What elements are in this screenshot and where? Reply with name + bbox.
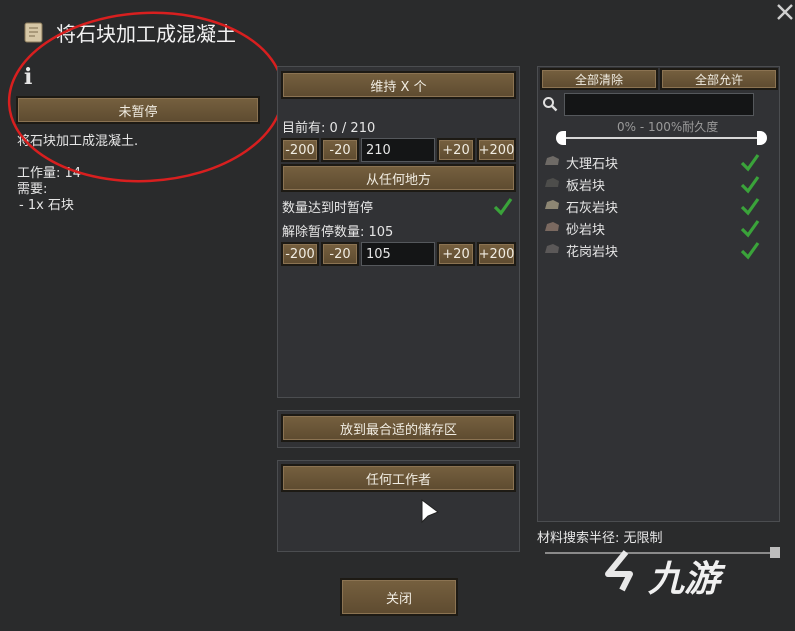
sandstone-blocks-icon [545, 222, 559, 231]
material-check-marble[interactable] [740, 152, 760, 172]
unpause-plus-20-button[interactable]: +20 [437, 242, 475, 266]
worker-button[interactable]: 任何工作者 [281, 464, 516, 492]
marble-blocks-icon [545, 156, 559, 165]
material-check-granite[interactable] [740, 240, 760, 260]
target-plus-200-button[interactable]: +200 [477, 138, 516, 162]
material-search-input[interactable] [564, 93, 754, 116]
material-label-limestone: 石灰岩块 [566, 201, 619, 216]
material-label-sandstone: 砂岩块 [566, 223, 606, 238]
pause-when-satisfied-label: 数量达到时暂停 [282, 201, 374, 216]
target-minus-200-button[interactable]: -200 [281, 138, 319, 162]
hp-range-label: 0% - 100%耐久度 [617, 120, 719, 134]
target-minus-20-button[interactable]: -20 [321, 138, 359, 162]
material-label-granite: 花岗岩块 [566, 245, 619, 260]
allow-all-button[interactable]: 全部允许 [660, 68, 778, 90]
unpause-count-label: 解除暂停数量: 105 [282, 225, 394, 240]
store-mode-button[interactable]: 放到最合适的储存区 [281, 414, 516, 442]
search-radius-slider-handle[interactable] [770, 547, 780, 558]
material-check-limestone[interactable] [740, 196, 760, 216]
search-radius-label: 材料搜索半径: 无限制 [537, 531, 663, 546]
slate-blocks-icon [545, 178, 559, 187]
material-label-marble: 大理石块 [566, 157, 619, 172]
close-button[interactable]: 关闭 [340, 578, 458, 616]
unpause-minus-20-button[interactable]: -20 [321, 242, 359, 266]
target-plus-20-button[interactable]: +20 [437, 138, 475, 162]
close-window-icon[interactable] [775, 2, 795, 22]
annotation-ring [7, 11, 285, 183]
material-check-sandstone[interactable] [740, 218, 760, 238]
count-from-button[interactable]: 从任何地方 [281, 164, 516, 192]
hp-range-slider-track[interactable] [563, 137, 763, 139]
repeat-mode-button[interactable]: 维持 X 个 [281, 71, 516, 99]
material-check-slate[interactable] [740, 174, 760, 194]
hp-range-min-handle[interactable] [556, 131, 566, 145]
search-icon [543, 97, 558, 112]
watermark-text: 九游 [648, 559, 721, 600]
unpause-count-input[interactable]: 105 [361, 242, 435, 266]
pause-when-satisfied-checkbox[interactable] [493, 196, 513, 216]
unpause-plus-200-button[interactable]: +200 [477, 242, 516, 266]
current-count: 目前有: 0 / 210 [282, 121, 376, 136]
mouse-cursor-icon [421, 499, 440, 524]
target-count-input[interactable]: 210 [361, 138, 435, 162]
material-label-slate: 板岩块 [566, 179, 606, 194]
granite-blocks-icon [545, 244, 559, 253]
limestone-blocks-icon [545, 200, 559, 209]
clear-all-button[interactable]: 全部清除 [540, 68, 658, 90]
jiuyou-logo-icon [605, 550, 633, 592]
unpause-minus-200-button[interactable]: -200 [281, 242, 319, 266]
